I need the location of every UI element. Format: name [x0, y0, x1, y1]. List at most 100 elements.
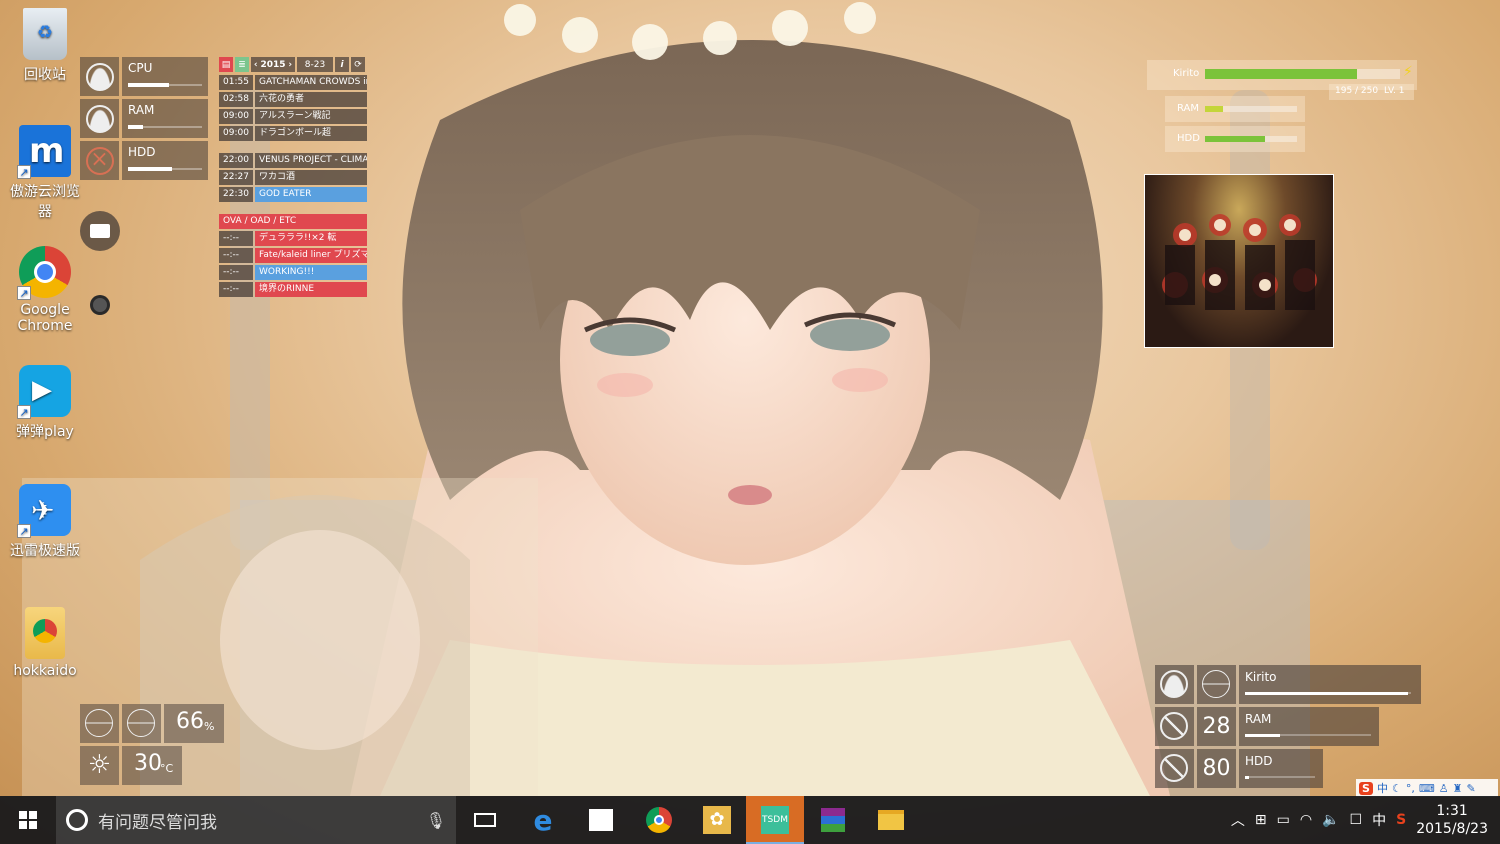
schedule-title: ドラゴンボール超	[255, 126, 367, 141]
next-year-icon[interactable]: ›	[288, 60, 292, 70]
schedule-row[interactable]: --:-- デュラララ!!×2 転	[219, 231, 367, 246]
schedule-time: 01:55	[219, 75, 253, 90]
edge-button[interactable]: e	[514, 796, 572, 844]
chat-bubble-icon[interactable]	[80, 211, 120, 251]
name-panel: Kirito	[1239, 665, 1421, 704]
store-button[interactable]	[572, 796, 630, 844]
sogou-tray-icon[interactable]: S	[1396, 812, 1406, 828]
schedule-row[interactable]: 22:30 GOD EATER	[219, 187, 367, 202]
close-circle-icon[interactable]: ×	[80, 141, 119, 180]
schedule-title: GATCHAMAN CROWDS insight	[255, 75, 367, 90]
schedule-row[interactable]: 09:00 ドラゴンボール超	[219, 126, 367, 141]
schedule-time: 22:30	[219, 187, 253, 202]
ime-mode-label[interactable]: 中	[1377, 780, 1388, 796]
info-icon[interactable]: i	[335, 57, 349, 72]
file-explorer-button[interactable]	[862, 796, 920, 844]
schedule-title: VENUS PROJECT - CLIMAX -	[255, 153, 367, 168]
desktop-icon-maxthon[interactable]: m ↗ 傲游云浏览器	[4, 125, 86, 221]
notification-icon[interactable]: ☐	[1350, 812, 1363, 828]
date-label[interactable]: 8-23	[297, 57, 333, 72]
schedule-time: --:--	[219, 248, 253, 263]
user-avatar-icon[interactable]	[80, 57, 119, 96]
schedule-row[interactable]: 01:55GATCHAMAN CROWDS insight	[219, 75, 367, 90]
system-tray: ︿ ⊞ ▭ ◠ 🔈 ☐ 中 S 1:31 2015/8/23	[1231, 802, 1500, 838]
schedule-row[interactable]: --:-- WORKING!!!	[219, 265, 367, 280]
chrome-icon: ↗	[17, 246, 71, 300]
schedule-row[interactable]: --:--Fate/kaleid liner プリズマ☆イ	[219, 248, 367, 263]
shortcut-arrow-icon: ↗	[17, 165, 31, 179]
list-icon[interactable]: ≣	[235, 57, 249, 72]
keyboard-icon[interactable]: ⌨	[1419, 782, 1435, 795]
disc-icon[interactable]	[1197, 665, 1236, 704]
battery-icon[interactable]: ▭	[1277, 812, 1290, 828]
anime-poster-image[interactable]	[1144, 174, 1334, 348]
chrome-button[interactable]	[630, 796, 688, 844]
schedule-row[interactable]: 09:00 アルスラーン戦記	[219, 109, 367, 124]
ram-label: RAM	[1177, 103, 1200, 114]
schedule-title: 境界のRINNE	[255, 282, 367, 297]
shirt-icon[interactable]: ♜	[1453, 782, 1463, 795]
schedule-time: --:--	[219, 231, 253, 246]
schedule-row[interactable]: --:-- 境界のRINNE	[219, 282, 367, 297]
tsdm-button[interactable]: TSDM	[746, 796, 804, 844]
desktop-icon-recycle-bin[interactable]: ♻ 回收站	[4, 8, 86, 84]
volume-icon[interactable]: 🔈	[1322, 812, 1339, 828]
temperature-unit: °C	[160, 762, 174, 775]
year-selector[interactable]: ‹ 2015 ›	[251, 57, 295, 72]
hdd-label: HDD	[1177, 133, 1200, 144]
humidity-value: 66	[176, 709, 204, 734]
hp-bar	[1205, 69, 1400, 79]
refresh-icon[interactable]: ⟳	[351, 57, 365, 72]
schedule-row[interactable]: 22:27 ワカコ酒	[219, 170, 367, 185]
winrar-icon	[821, 808, 845, 832]
plus-box-icon[interactable]: ⊞	[1255, 812, 1267, 828]
user-avatar-icon[interactable]	[1155, 665, 1194, 704]
taskbar: 有问题尽管问我 🎙 e ✿ TSDM ︿ ⊞ ▭ ◠ 🔈 ☐ 中 S 1:31 …	[0, 796, 1500, 844]
clock[interactable]: 1:31 2015/8/23	[1416, 802, 1488, 838]
no-entry-icon[interactable]	[1155, 749, 1194, 788]
chevron-up-icon[interactable]: ︿	[1231, 810, 1245, 830]
cortana-search-box[interactable]: 有问题尽管问我 🎙	[56, 796, 456, 844]
user-avatar-icon[interactable]	[80, 99, 119, 138]
hdd-fill	[128, 167, 173, 171]
hp-fill	[1205, 69, 1358, 79]
moon-icon[interactable]: ☾	[1392, 782, 1402, 795]
schedule-row[interactable]: 02:58 六花の勇者	[219, 92, 367, 107]
wifi-icon[interactable]: ◠	[1300, 812, 1312, 828]
settings-button[interactable]: ✿	[688, 796, 746, 844]
system-monitor-widget: CPU RAM × HDD	[80, 57, 208, 183]
winrar-button[interactable]	[804, 796, 862, 844]
schedule-title: ワカコ酒	[255, 170, 367, 185]
disc-icon[interactable]	[80, 704, 119, 743]
cpu-label: CPU	[128, 61, 153, 75]
wrench-icon[interactable]: ✎	[1466, 782, 1475, 795]
schedule-row[interactable]: 22:00VENUS PROJECT - CLIMAX -	[219, 153, 367, 168]
desktop-icon-xunlei[interactable]: ✈ ↗ 迅雷极速版	[4, 484, 86, 560]
hdd-fill	[1245, 776, 1249, 779]
sun-icon: ☼	[80, 746, 119, 785]
record-dot-icon[interactable]	[90, 295, 110, 315]
desktop-icon-dandanplay[interactable]: ▶ ↗ 弹弹play	[4, 365, 86, 441]
lightning-icon: ⚡	[1403, 64, 1413, 80]
start-button[interactable]	[0, 796, 56, 844]
sogou-logo-icon[interactable]: S	[1359, 781, 1373, 795]
ime-toolbar[interactable]: S 中 ☾ °, ⌨ ♙ ♜ ✎	[1356, 779, 1498, 797]
schedule-title: デュラララ!!×2 転	[255, 231, 367, 246]
hdd-value: 80	[1197, 749, 1236, 788]
desktop-icon-chrome[interactable]: ↗ Google Chrome	[4, 246, 86, 334]
microphone-icon[interactable]: 🎙	[426, 811, 446, 830]
task-view-button[interactable]	[456, 796, 514, 844]
user-icon[interactable]: ♙	[1439, 782, 1449, 795]
desktop-icon-label: 迅雷极速版	[10, 543, 80, 559]
punctuation-icon[interactable]: °,	[1406, 782, 1415, 795]
ram-fill	[128, 125, 143, 129]
ime-mode[interactable]: 中	[1372, 810, 1386, 830]
prev-year-icon[interactable]: ‹	[254, 60, 258, 70]
ram-fill	[1245, 734, 1281, 737]
calendar-icon[interactable]: ▤	[219, 57, 233, 72]
no-entry-icon[interactable]	[1155, 707, 1194, 746]
desktop-icon-label: Google Chrome	[17, 302, 73, 334]
task-view-icon	[474, 813, 496, 827]
disc-icon[interactable]	[122, 704, 161, 743]
desktop-icon-hokkaido[interactable]: hokkaido	[4, 607, 86, 679]
